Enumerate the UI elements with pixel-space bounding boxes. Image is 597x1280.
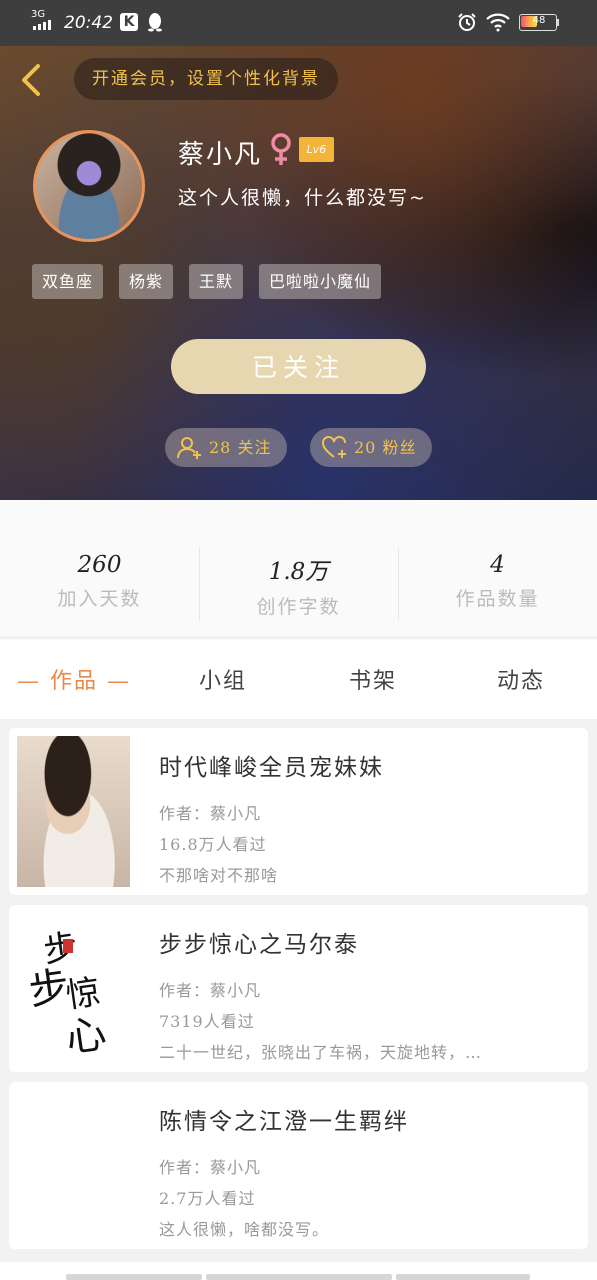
tag-item[interactable]: 巴啦啦小魔仙	[259, 264, 382, 299]
work-author: 作者：蔡小凡	[159, 981, 262, 1000]
stat-label: 创作字数	[256, 596, 341, 618]
signal-icon	[33, 20, 51, 30]
stat-value: 260	[77, 552, 122, 578]
battery-level: 48	[532, 15, 546, 26]
stat-works-count: 4 作品数量	[398, 552, 597, 611]
stat-value: 4	[490, 552, 505, 578]
work-author: 作者：蔡小凡	[159, 804, 262, 823]
work-views: 2.7万人看过	[159, 1189, 256, 1208]
tab-works[interactable]: — 作品 —	[17, 663, 131, 695]
battery-icon: 48	[519, 14, 559, 31]
fans-count: 20 粉丝	[354, 438, 417, 457]
vip-background-prompt[interactable]: 开通会员，设置个性化背景	[74, 58, 338, 100]
tab-groups[interactable]: 小组	[199, 663, 247, 695]
next-card-edge	[0, 1262, 597, 1280]
book-cover	[17, 736, 130, 887]
following-count: 28 关注	[209, 438, 272, 457]
add-user-icon	[177, 436, 201, 459]
back-arrow-icon[interactable]	[16, 62, 46, 98]
list-item[interactable]: 时代峰峻全员宠妹妹 作者：蔡小凡 16.8万人看过 不那啥对不那啥	[9, 728, 588, 895]
tag-item[interactable]: 杨紫	[119, 264, 174, 299]
list-item[interactable]: 陈情令之江澄一生羁绊 作者：蔡小凡 2.7万人看过 这人很懒，啥都没写。	[9, 1082, 588, 1249]
seal-stamp	[63, 939, 73, 953]
k-app-icon: K	[120, 13, 138, 31]
follow-button[interactable]: 已关注	[171, 339, 426, 394]
work-views: 7319人看过	[159, 1012, 255, 1031]
user-stats: 260 加入天数 1.8万 创作字数 4 作品数量	[0, 500, 597, 636]
calligraphy-cover: 步步惊心	[26, 927, 109, 1062]
status-bar: 3G 20:42 K 48	[0, 0, 597, 46]
female-gender-icon	[271, 133, 291, 165]
stat-value: 1.8万	[268, 559, 329, 585]
profile-header: 开通会员，设置个性化背景 蔡小凡 Lv6 这个人很懒，什么都没写~ 双鱼座 杨紫…	[0, 46, 597, 500]
following-button[interactable]: 28 关注	[165, 428, 287, 467]
work-title: 陈情令之江澄一生羁绊	[159, 1109, 409, 1135]
list-item[interactable]: 步步惊心 步步惊心之马尔泰 作者：蔡小凡 7319人看过 二十一世纪，张晓出了车…	[9, 905, 588, 1072]
network-type: 3G	[31, 9, 46, 20]
alarm-icon	[458, 13, 476, 31]
qq-penguin-icon	[148, 13, 162, 32]
work-author: 作者：蔡小凡	[159, 1158, 262, 1177]
tag-item[interactable]: 双鱼座	[32, 264, 104, 299]
work-views: 16.8万人看过	[159, 835, 267, 854]
stat-label: 作品数量	[455, 588, 540, 610]
work-title: 时代峰峻全员宠妹妹	[159, 755, 384, 781]
stat-word-count: 1.8万 创作字数	[199, 552, 398, 619]
username: 蔡小凡	[178, 140, 263, 170]
stat-join-days: 260 加入天数	[0, 552, 199, 611]
profile-tabs: — 作品 — 小组 书架 动态	[0, 638, 597, 719]
clock: 20:42	[64, 13, 113, 33]
wifi-icon	[486, 13, 510, 32]
work-title: 步步惊心之马尔泰	[159, 932, 359, 958]
tab-bookshelf[interactable]: 书架	[349, 663, 397, 695]
work-summary: 二十一世纪，张晓出了车祸，天旋地转，…	[159, 1043, 483, 1062]
tag-item[interactable]: 王默	[189, 264, 244, 299]
level-badge: Lv6	[299, 137, 334, 162]
fans-button[interactable]: 20 粉丝	[310, 428, 432, 467]
avatar[interactable]	[33, 130, 145, 242]
user-bio: 这个人很懒，什么都没写~	[178, 187, 427, 209]
work-summary: 不那啥对不那啥	[159, 866, 279, 885]
heart-plus-icon	[322, 435, 346, 458]
work-summary: 这人很懒，啥都没写。	[159, 1220, 330, 1239]
book-cover: 步步惊心	[17, 913, 130, 1064]
tag-list: 双鱼座 杨紫 王默 巴啦啦小魔仙	[32, 264, 382, 299]
tab-activity[interactable]: 动态	[497, 663, 545, 695]
stat-label: 加入天数	[57, 588, 142, 610]
